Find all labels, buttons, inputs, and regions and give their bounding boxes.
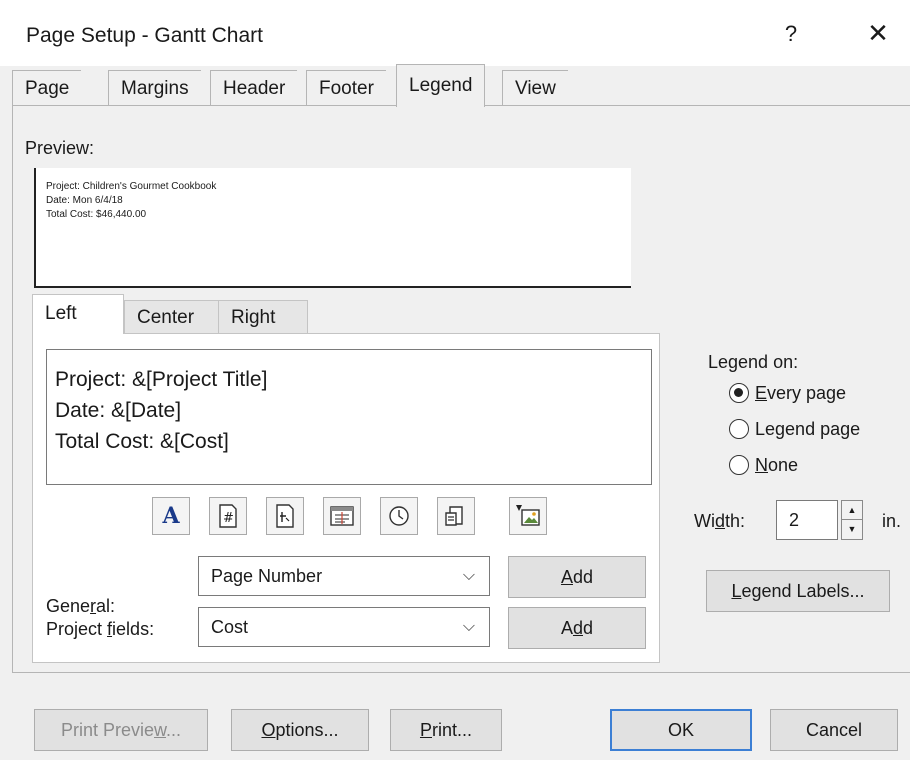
general-select-value: Page Number (211, 566, 323, 586)
project-fields-label: Project fields: (46, 619, 154, 640)
add-label: d (583, 618, 594, 638)
clock-icon (389, 506, 409, 526)
spin-down-icon[interactable]: ▼ (842, 520, 862, 539)
general-label-text: al: (96, 596, 116, 616)
project-fields-label-text: Project (46, 619, 108, 639)
insert-page-number-button[interactable]: # (209, 497, 247, 535)
project-fields-add-button[interactable]: Add (508, 607, 646, 649)
tab-right[interactable]: Right (218, 300, 308, 334)
add-access-key: A (560, 567, 573, 587)
insert-total-pages-button[interactable] (266, 497, 304, 535)
legend-text-line: Total Cost: &[Cost] (55, 430, 229, 453)
picture-icon (516, 505, 540, 526)
tab-legend[interactable]: Legend (396, 64, 486, 107)
svg-text:#: # (223, 511, 234, 526)
preview-line: Date: Mon 6/4/18 (46, 195, 123, 206)
preview-line: Total Cost: $46,440.00 (46, 209, 147, 220)
page-number-icon: # (219, 504, 237, 528)
print-button[interactable]: Print... (390, 709, 502, 751)
radio-none[interactable]: None (729, 452, 798, 478)
insert-date-button[interactable] (323, 497, 361, 535)
radio-label: Legend page (755, 419, 861, 439)
project-fields-select[interactable]: Cost ⌵ (198, 607, 490, 647)
radio-label: None (755, 455, 799, 475)
add-label: A (560, 618, 573, 638)
insert-file-name-button[interactable] (437, 497, 475, 535)
radio-every-page[interactable]: Every page (729, 380, 846, 406)
project-fields-select-value: Cost (211, 617, 249, 637)
legend-text-line: Date: &[Date] (55, 399, 182, 422)
preview-line: Project: Children's Gourmet Cookbook (46, 181, 217, 192)
tab-page[interactable]: Page (12, 70, 82, 106)
title-bar: Page Setup - Gantt Chart ? ✕ (0, 0, 910, 66)
general-select[interactable]: Page Number ⌵ (198, 556, 490, 596)
chevron-down-icon: ⌵ (462, 618, 475, 635)
width-spinner[interactable]: ▲ ▼ (841, 500, 863, 540)
add-access-key: d (572, 618, 583, 638)
general-label: General: (46, 596, 115, 617)
general-label-text: Gene (46, 596, 91, 616)
radio-selected-icon (729, 383, 749, 403)
preview-box: Project: Children's Gourmet Cookbook Dat… (34, 168, 631, 288)
add-label: dd (572, 567, 594, 587)
tab-left[interactable]: Left (32, 294, 124, 334)
options-button[interactable]: Options... (231, 709, 369, 751)
print-preview-button[interactable]: Print Preview... (34, 709, 208, 751)
tab-margins[interactable]: Margins (108, 70, 201, 106)
radio-label: Every page (755, 383, 847, 403)
format-text-button[interactable]: A (152, 497, 190, 535)
legend-labels-button[interactable]: Legend Labels... (706, 570, 890, 612)
insert-time-button[interactable] (380, 497, 418, 535)
width-input[interactable]: 2 (776, 500, 838, 540)
tab-view[interactable]: View (502, 70, 568, 106)
spin-up-icon[interactable]: ▲ (842, 501, 862, 520)
close-button[interactable]: ✕ (860, 18, 896, 50)
window-title: Page Setup - Gantt Chart (26, 24, 263, 47)
file-name-icon (445, 506, 463, 526)
legend-text-area[interactable]: Project: &[Project Title] Date: &[Date] … (46, 349, 652, 485)
project-fields-label-text: ields: (112, 619, 155, 639)
help-button[interactable]: ? (775, 18, 807, 50)
cancel-button[interactable]: Cancel (770, 709, 898, 751)
calendar-icon (330, 506, 354, 526)
preview-label: Preview: (25, 138, 95, 158)
radio-unselected-icon (729, 455, 749, 475)
tab-header[interactable]: Header (210, 70, 298, 106)
legend-text-line: Project: &[Project Title] (55, 368, 268, 391)
ok-button[interactable]: OK (610, 709, 752, 751)
general-add-button[interactable]: Add (508, 556, 646, 598)
legend-on-label: Legend on: (708, 352, 799, 372)
radio-unselected-icon (729, 419, 749, 439)
tab-footer[interactable]: Footer (306, 70, 386, 106)
insert-picture-button[interactable] (509, 497, 547, 535)
radio-legend-page[interactable]: Legend page (729, 416, 860, 442)
font-icon: A (162, 503, 180, 529)
chevron-down-icon: ⌵ (462, 567, 475, 584)
tab-center[interactable]: Center (124, 300, 218, 334)
width-label: Width: (694, 511, 746, 531)
total-pages-icon (276, 504, 294, 528)
width-unit: in. (882, 511, 902, 531)
